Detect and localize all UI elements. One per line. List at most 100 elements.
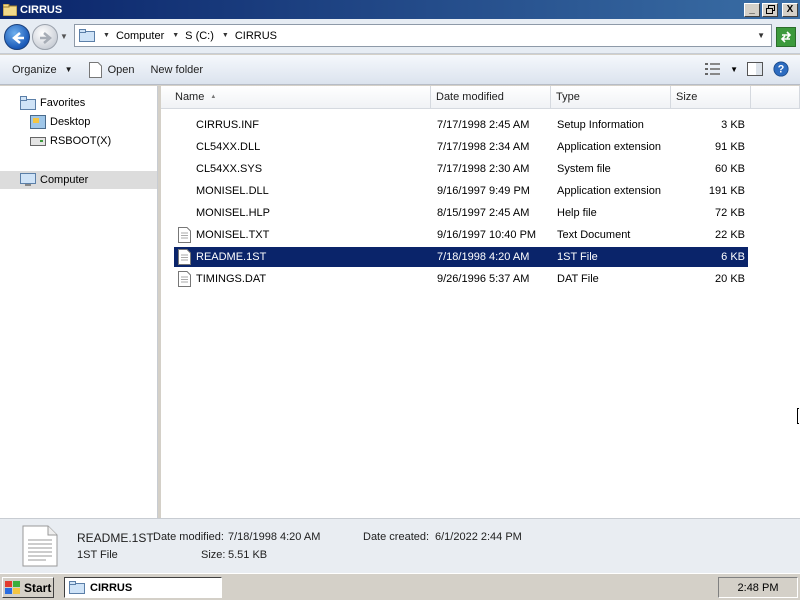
nav-computer[interactable]: Computer	[0, 171, 157, 189]
clock[interactable]: 2:48 PM	[738, 582, 779, 594]
back-button[interactable]	[4, 24, 30, 50]
desktop-icon	[30, 115, 46, 129]
document-icon	[178, 249, 191, 268]
column-header-name[interactable]: Name ▲	[161, 86, 431, 109]
system-tray[interactable]: 2:48 PM	[718, 577, 798, 598]
text-document-icon	[178, 227, 191, 246]
open-button[interactable]: Open	[88, 61, 135, 78]
breadcrumb-computer[interactable]: Computer	[116, 30, 164, 42]
taskbar: Start CIRRUS 2:48 PM	[0, 573, 800, 600]
file-size: 191 KB	[708, 185, 745, 197]
folder-icon	[3, 3, 17, 16]
taskbar-item-cirrus[interactable]: CIRRUS	[64, 577, 222, 598]
column-header-size[interactable]: Size	[671, 86, 751, 109]
details-date-modified: 7/18/1998 4:20 AM	[228, 531, 321, 543]
file-row[interactable]: MONISEL.HLP 8/15/1997 2:45 AM Help file 72 …	[174, 203, 748, 223]
nav-rsboot-label: RSBOOT(X)	[50, 135, 112, 147]
file-row[interactable]: CIRRUS.INF 7/17/1998 2:45 AM Setup Informa…	[174, 115, 748, 135]
column-header-empty	[751, 86, 800, 109]
breadcrumb-folder[interactable]: CIRRUS	[235, 30, 277, 42]
windows-logo-icon	[5, 580, 20, 594]
title-bar[interactable]: CIRRUS _ X	[0, 0, 800, 19]
file-row[interactable]: CL54XX.DLL 7/17/1998 2:34 AM Application e…	[174, 137, 748, 157]
nav-rsboot[interactable]: RSBOOT(X)	[30, 134, 111, 148]
column-header-date[interactable]: Date modified	[431, 86, 551, 109]
mouse-cursor	[797, 408, 799, 424]
favorites-folder-icon	[20, 96, 36, 110]
minimize-button[interactable]: _	[744, 2, 760, 17]
file-size: 6 KB	[721, 251, 745, 263]
file-date-modified: 9/26/1996 5:37 AM	[437, 273, 530, 285]
computer-icon	[20, 173, 36, 186]
nav-desktop[interactable]: Desktop	[30, 115, 90, 129]
address-folder-icon	[79, 29, 95, 42]
file-date-modified: 7/18/1998 4:20 AM	[437, 251, 530, 263]
file-row[interactable]: README.1ST 7/18/1998 4:20 AM 1ST File 6 KB	[174, 247, 748, 267]
breadcrumb: ▼ Computer ▼ S (C:) ▼ CIRRUS	[103, 30, 285, 42]
address-bar[interactable]: ▼ Computer ▼ S (C:) ▼ CIRRUS ▼	[74, 24, 772, 47]
forward-arrow-icon	[40, 32, 52, 44]
address-dropdown-icon[interactable]: ▼	[757, 31, 765, 40]
view-dropdown-icon[interactable]: ▼	[730, 65, 738, 74]
file-row[interactable]: MONISEL.TXT 9/16/1997 10:40 PM Text Docume…	[174, 225, 748, 245]
file-row[interactable]: TIMINGS.DAT 9/26/1996 5:37 AM DAT File 20 K…	[174, 269, 748, 289]
organize-label: Organize	[12, 63, 57, 76]
start-label: Start	[24, 580, 52, 595]
details-pane: README.1ST 1ST File Date modified: 7/18/…	[0, 518, 800, 573]
breadcrumb-chevron-icon[interactable]: ▼	[172, 32, 179, 39]
taskbar-folder-icon	[69, 581, 85, 594]
file-row[interactable]: CL54XX.SYS 7/17/1998 2:30 AM System file 60…	[174, 159, 748, 179]
svg-text:?: ?	[778, 64, 785, 76]
back-arrow-icon	[12, 32, 24, 44]
start-button[interactable]: Start	[2, 577, 54, 598]
file-type: 1ST File	[557, 251, 598, 263]
address-row: ▼ ▼ Computer ▼ S (C:) ▼ CIRRUS ▼	[0, 19, 800, 54]
file-name: CIRRUS.INF	[196, 119, 259, 131]
nav-favorites[interactable]: Favorites	[20, 96, 85, 110]
file-type: Setup Information	[557, 119, 644, 131]
command-bar: Organize ▼ Open New folder ▼ ?	[0, 55, 800, 85]
help-icon[interactable]: ?	[772, 61, 790, 77]
breadcrumb-chevron-icon[interactable]: ▼	[222, 32, 229, 39]
column-header-type[interactable]: Type	[551, 86, 671, 109]
nav-computer-label: Computer	[40, 174, 89, 186]
file-row[interactable]: MONISEL.DLL 9/16/1997 9:49 PM Application …	[174, 181, 748, 201]
file-name: MONISEL.HLP	[196, 207, 270, 219]
drive-icon	[30, 137, 46, 146]
refresh-icon	[780, 31, 792, 43]
open-label: Open	[107, 63, 135, 76]
breadcrumb-drive[interactable]: S (C:)	[185, 30, 214, 42]
recent-pages-dropdown[interactable]: ▼	[60, 32, 68, 41]
nav-favorites-label: Favorites	[40, 97, 86, 109]
view-options-icon[interactable]	[704, 61, 722, 77]
file-type: Help file	[557, 207, 597, 219]
new-folder-button[interactable]: New folder	[150, 64, 203, 76]
restore-icon	[765, 5, 775, 14]
file-name: README.1ST	[196, 251, 267, 263]
refresh-button[interactable]	[776, 27, 796, 47]
nav-desktop-label: Desktop	[50, 116, 91, 128]
file-name: TIMINGS.DAT	[196, 273, 267, 285]
forward-button[interactable]	[32, 24, 58, 50]
file-name: CL54XX.DLL	[196, 141, 261, 153]
organize-button[interactable]: Organize ▼	[12, 64, 73, 76]
restore-button[interactable]	[762, 2, 778, 17]
breadcrumb-chevron-icon[interactable]: ▼	[103, 32, 110, 39]
file-date-modified: 9/16/1997 9:49 PM	[437, 185, 530, 197]
file-list[interactable]: Name ▲ Date modified Type Size CIRRUS.IN…	[161, 86, 800, 518]
taskbar-item-label: CIRRUS	[90, 581, 133, 594]
file-name: MONISEL.TXT	[196, 229, 270, 241]
navigation-pane[interactable]: Favorites Desktop RSBOOT(X) Computer	[0, 86, 158, 518]
window-title: CIRRUS	[20, 3, 63, 16]
file-date-modified: 9/16/1997 10:40 PM	[437, 229, 537, 241]
caret-down-icon: ▼	[64, 65, 73, 74]
file-type: System file	[557, 163, 611, 175]
large-document-icon	[22, 525, 58, 567]
details-date-created: 6/1/2022 2:44 PM	[435, 531, 522, 543]
preview-pane-icon[interactable]	[746, 61, 764, 77]
column-header-name-label: Name	[175, 91, 205, 103]
file-type: Application extension	[557, 141, 661, 153]
column-header-size-label: Size	[676, 91, 698, 103]
file-date-modified: 7/17/1998 2:34 AM	[437, 141, 530, 153]
close-button[interactable]: X	[782, 2, 798, 17]
